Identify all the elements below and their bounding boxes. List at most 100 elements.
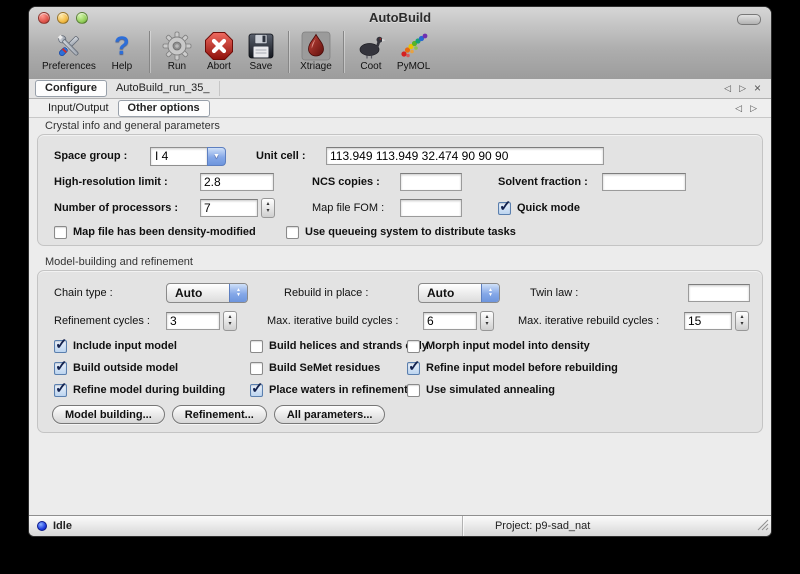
model-building-button[interactable]: Model building... [52, 405, 165, 424]
checkbox-label: Use simulated annealing [426, 384, 555, 396]
tab-other-options[interactable]: Other options [118, 100, 210, 117]
title-bar[interactable]: AutoBuild [29, 7, 771, 29]
include-input-model-checkbox[interactable]: ✓ [54, 340, 67, 353]
step-up-icon[interactable]: ▴ [228, 314, 231, 321]
crystal-section: Space group : I 4 ▼ Unit cell : High-res… [37, 134, 763, 246]
space-group-value[interactable]: I 4 [150, 147, 207, 166]
num-processors-label: Number of processors : [54, 202, 200, 214]
status-text: Idle [53, 520, 72, 532]
pymol-button[interactable]: PyMOL [392, 29, 435, 72]
checkbox-label: Build helices and strands only [269, 340, 428, 352]
project-label: Project: p9-sad_nat [463, 520, 590, 532]
step-down-icon[interactable]: ▾ [740, 321, 743, 328]
ncs-copies-label: NCS copies : [312, 176, 400, 188]
space-group-combo[interactable]: I 4 ▼ [150, 147, 226, 166]
crystal-section-title: Crystal info and general parameters [45, 120, 771, 132]
save-button[interactable]: Save [240, 29, 282, 72]
twin-law-input[interactable] [688, 284, 750, 302]
preferences-button[interactable]: Preferences [37, 29, 101, 72]
toolbar-item-label: Abort [207, 61, 231, 72]
toolbar-separator [343, 31, 344, 73]
quick-mode-checkbox[interactable]: ✓ [498, 202, 511, 215]
chevron-down-icon: ▼ [213, 153, 220, 160]
tab-forward-icon[interactable]: ▷ [739, 83, 746, 94]
simulated-annealing-checkbox[interactable]: ✓ [407, 384, 420, 397]
build-outside-model-checkbox[interactable]: ✓ [54, 362, 67, 375]
checkmark-icon: ✓ [499, 197, 512, 215]
popup-arrows-icon: ▲▼ [481, 284, 499, 302]
bird-icon [355, 30, 387, 62]
step-down-icon[interactable]: ▾ [266, 208, 269, 215]
high-res-limit-input[interactable] [200, 173, 274, 191]
tab-configure[interactable]: Configure [35, 80, 107, 97]
model-checkbox-grid: ✓Include input model ✓Build helices and … [38, 335, 762, 401]
queueing-label: Use queueing system to distribute tasks [305, 226, 516, 238]
step-up-icon[interactable]: ▴ [485, 314, 488, 321]
twin-law-label: Twin law : [530, 287, 594, 299]
tab-autobuild-run[interactable]: AutoBuild_run_35_ [107, 81, 220, 96]
help-button[interactable]: ? Help [101, 29, 143, 72]
map-file-fom-input[interactable] [400, 199, 462, 217]
refine-before-rebuilding-checkbox[interactable]: ✓ [407, 362, 420, 375]
refinement-button[interactable]: Refinement... [172, 405, 267, 424]
tab-back-icon[interactable]: ◁ [735, 103, 742, 114]
checkmark-icon: ✓ [408, 357, 421, 375]
density-modified-checkbox[interactable]: ✓ [54, 226, 67, 239]
options-panel: Crystal info and general parameters Spac… [29, 118, 771, 516]
floppy-disk-icon [245, 30, 277, 62]
abort-button[interactable]: Abort [198, 29, 240, 72]
sub-tab-nav-controls: ◁ ▷ [735, 103, 761, 114]
tab-close-icon[interactable]: × [754, 84, 761, 93]
refinement-cycles-stepper[interactable]: ▴▾ [223, 311, 237, 331]
toolbar: Preferences ? Help [29, 29, 771, 79]
num-processors-stepper[interactable]: ▴▾ [261, 198, 275, 218]
max-build-cycles-stepper[interactable]: ▴▾ [480, 311, 494, 331]
tab-forward-icon[interactable]: ▷ [750, 103, 757, 114]
map-file-fom-label: Map file FOM : [312, 202, 400, 214]
toolbar-item-label: Preferences [42, 61, 96, 72]
step-up-icon[interactable]: ▴ [266, 201, 269, 208]
ncs-copies-input[interactable] [400, 173, 462, 191]
rebuild-in-place-popup[interactable]: Auto ▲▼ [418, 283, 500, 303]
toolbar-toggle-button[interactable] [737, 14, 761, 25]
coot-button[interactable]: Coot [350, 29, 392, 72]
chain-type-popup[interactable]: Auto ▲▼ [166, 283, 248, 303]
tab-nav-controls: ◁ ▷ × [724, 83, 765, 94]
gear-icon [161, 30, 193, 62]
rebuild-in-place-value: Auto [419, 284, 481, 302]
max-rebuild-cycles-input[interactable] [684, 312, 732, 330]
tab-back-icon[interactable]: ◁ [724, 83, 731, 94]
max-rebuild-cycles-stepper[interactable]: ▴▾ [735, 311, 749, 331]
build-semet-checkbox[interactable]: ✓ [250, 362, 263, 375]
unit-cell-label: Unit cell : [256, 150, 318, 162]
run-button[interactable]: Run [156, 29, 198, 72]
morph-input-model-checkbox[interactable]: ✓ [407, 340, 420, 353]
status-indicator-icon [37, 521, 47, 531]
build-helices-checkbox[interactable]: ✓ [250, 340, 263, 353]
step-down-icon[interactable]: ▾ [485, 321, 488, 328]
refine-during-building-checkbox[interactable]: ✓ [54, 384, 67, 397]
xtriage-button[interactable]: Xtriage [295, 29, 337, 72]
queueing-checkbox[interactable]: ✓ [286, 226, 299, 239]
refinement-cycles-input[interactable] [166, 312, 220, 330]
step-up-icon[interactable]: ▴ [740, 314, 743, 321]
step-down-icon[interactable]: ▾ [228, 321, 231, 328]
all-parameters-button[interactable]: All parameters... [274, 405, 386, 424]
popup-arrows-icon: ▲▼ [229, 284, 247, 302]
solvent-fraction-input[interactable] [602, 173, 686, 191]
unit-cell-input[interactable] [326, 147, 604, 165]
checkbox-label: Refine model during building [73, 384, 225, 396]
place-waters-checkbox[interactable]: ✓ [250, 384, 263, 397]
solvent-fraction-label: Solvent fraction : [498, 176, 602, 188]
toolbar-item-label: Coot [360, 61, 381, 72]
max-build-cycles-input[interactable] [423, 312, 477, 330]
num-processors-input[interactable] [200, 199, 258, 217]
toolbar-item-label: Xtriage [300, 61, 332, 72]
tab-input-output[interactable]: Input/Output [39, 101, 118, 116]
checkbox-label: Refine input model before rebuilding [426, 362, 618, 374]
combo-dropdown-button[interactable]: ▼ [207, 147, 226, 166]
model-section-title: Model-building and refinement [45, 256, 771, 268]
window-header: AutoBuild [29, 7, 771, 80]
chain-type-label: Chain type : [54, 287, 166, 299]
resize-grip[interactable] [756, 518, 769, 534]
